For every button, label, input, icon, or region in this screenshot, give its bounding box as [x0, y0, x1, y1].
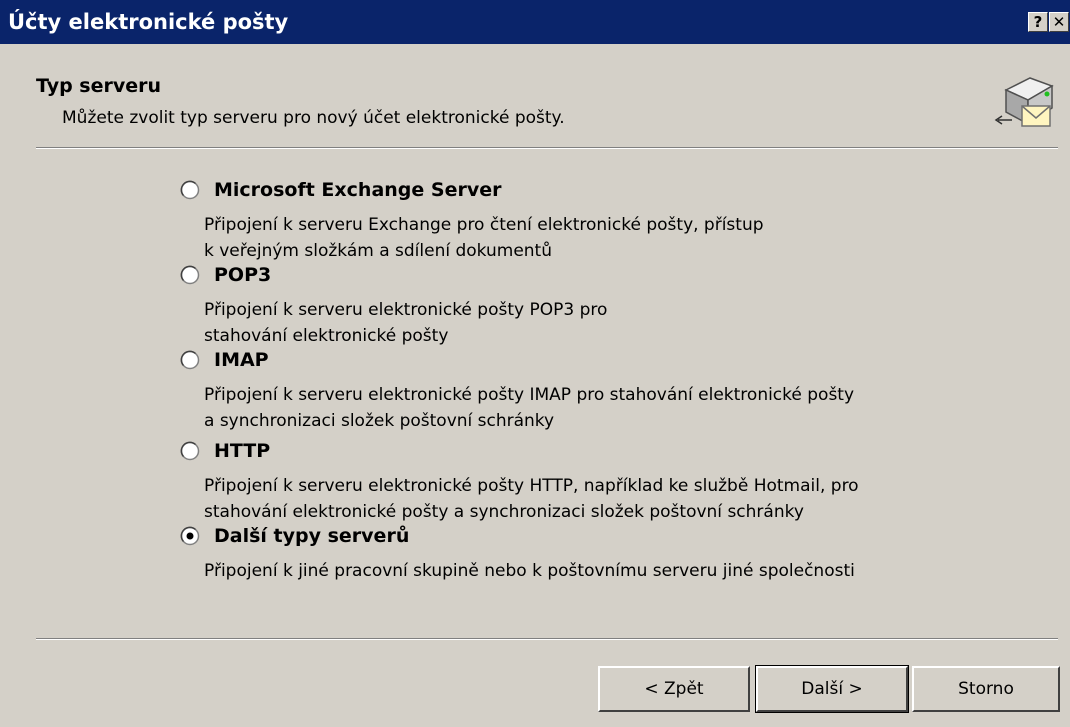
- page-title: Typ serveru: [36, 75, 162, 97]
- help-button[interactable]: ?: [1028, 12, 1048, 32]
- option-description-line: Připojení k serveru elektronické pošty H…: [204, 476, 859, 496]
- option-label: IMAP: [214, 349, 269, 371]
- header-separator: [36, 147, 1058, 149]
- footer-separator: [36, 638, 1058, 640]
- option-label: Microsoft Exchange Server: [214, 179, 502, 201]
- option-label: POP3: [214, 264, 272, 286]
- title-bar[interactable]: Účty elektronické pošty ? ✕: [0, 0, 1070, 44]
- option-description-line: Připojení k serveru elektronické pošty P…: [204, 300, 608, 320]
- radio-button-imap[interactable]: [180, 350, 200, 370]
- option-description-line: k veřejným složkám a sdílení dokumentů: [204, 241, 552, 261]
- window-title: Účty elektronické pošty: [8, 10, 289, 34]
- next-button[interactable]: Další >: [755, 665, 909, 713]
- option-description-line: Připojení k serveru elektronické pošty I…: [204, 385, 855, 405]
- option-description-line: Připojení k serveru Exchange pro čtení e…: [204, 215, 764, 235]
- radio-button-http[interactable]: [180, 441, 200, 461]
- page-subtitle: Můžete zvolit typ serveru pro nový účet …: [62, 108, 565, 128]
- option-description: Připojení k serveru elektronické pošty P…: [204, 297, 607, 349]
- option-description-line: stahování elektronické pošty: [204, 326, 449, 346]
- mail-server-icon: [994, 77, 1054, 127]
- option-description-line: stahování elektronické pošty a synchroni…: [204, 502, 804, 522]
- dialog-window: Účty elektronické pošty ? ✕ Typ serveru …: [0, 0, 1070, 727]
- back-button[interactable]: < Zpět: [598, 666, 750, 712]
- option-description: Připojení k serveru Exchange pro čtení e…: [204, 212, 764, 264]
- radio-button-other-servers[interactable]: [180, 526, 200, 546]
- option-label: Další typy serverů: [214, 525, 410, 547]
- cancel-button[interactable]: Storno: [912, 666, 1060, 712]
- option-description: Připojení k serveru elektronické pošty H…: [204, 473, 859, 525]
- option-description: Připojení k jiné pracovní skupině nebo k…: [204, 558, 855, 584]
- option-description-line: Připojení k jiné pracovní skupině nebo k…: [204, 561, 855, 581]
- option-description: Připojení k serveru elektronické pošty I…: [204, 382, 854, 434]
- close-button[interactable]: ✕: [1049, 12, 1069, 32]
- option-description-line: a synchronizaci složek poštovní schránky: [204, 411, 555, 431]
- option-label: HTTP: [214, 440, 271, 462]
- radio-button-pop3[interactable]: [180, 265, 200, 285]
- radio-button-exchange[interactable]: [180, 180, 200, 200]
